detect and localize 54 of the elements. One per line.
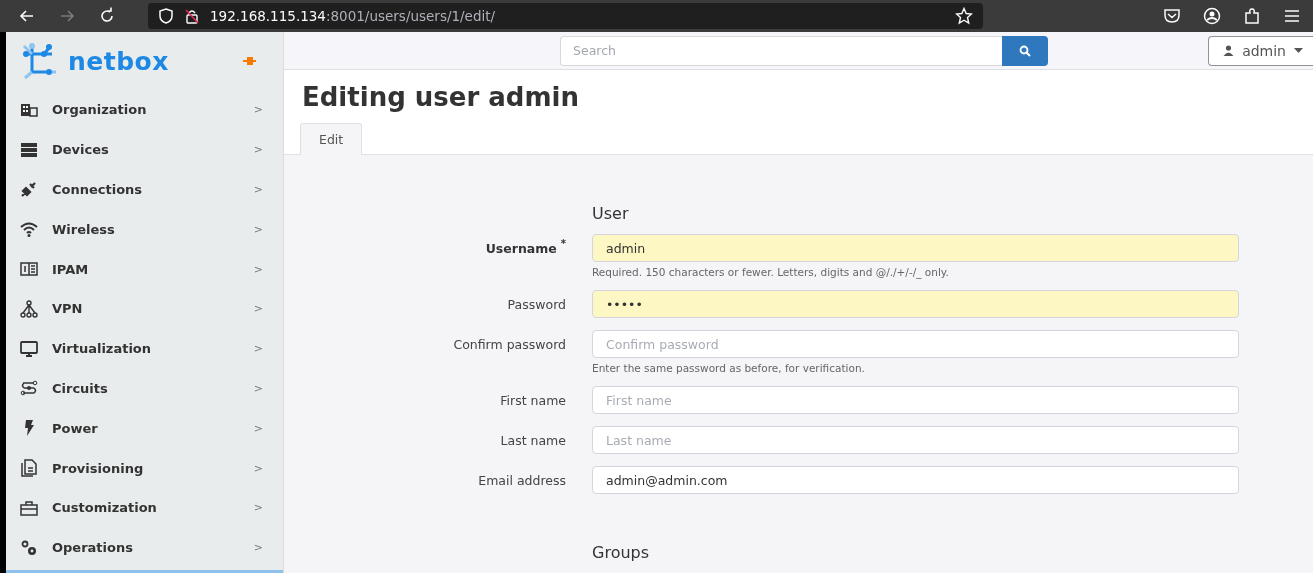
plug-icon — [20, 180, 38, 199]
address-bar[interactable]: 192.168.115.134:8001/users/users/1/edit/ — [148, 3, 983, 29]
input-field[interactable]: ••••• — [592, 290, 1239, 318]
input-field[interactable]: admin — [592, 234, 1239, 262]
search-button[interactable] — [1002, 35, 1048, 66]
help-text: Enter the same password as before, for verification. — [592, 362, 866, 374]
circuit-icon — [20, 379, 38, 398]
field-label: Email address — [478, 471, 566, 490]
section-title: Groups — [592, 543, 651, 562]
search-field[interactable]: Search — [560, 35, 1002, 66]
user-menu-button[interactable]: admin — [1208, 35, 1313, 66]
star-icon[interactable] — [955, 7, 973, 25]
sidebar-item[interactable]: IPAM > — [6, 249, 283, 289]
wifi-icon — [20, 220, 38, 239]
input-field[interactable]: First name — [592, 386, 1239, 414]
monitor-icon — [20, 339, 38, 358]
server-icon — [20, 140, 38, 159]
tree-icon — [20, 299, 38, 318]
url-text: 192.168.115.134:8001/users/users/1/edit/ — [210, 8, 496, 24]
field-label: Username * — [485, 237, 566, 258]
doc-icon — [20, 459, 38, 478]
sidebar-item[interactable]: Provisioning > — [6, 448, 283, 488]
field-label: Password — [507, 295, 566, 314]
sidebar-item[interactable]: Connections > — [6, 169, 283, 210]
shield-icon[interactable] — [158, 8, 174, 24]
sidebar-item[interactable]: Virtualization > — [6, 328, 283, 369]
input-field[interactable]: admin@admin.com — [592, 466, 1239, 494]
puzzle-icon[interactable] — [1243, 7, 1261, 25]
field-label: First name — [500, 391, 566, 410]
section-title: User — [592, 204, 630, 223]
sidebar-item[interactable]: Operations > — [6, 527, 283, 568]
field-label: Confirm password — [453, 335, 566, 354]
sidebar-item[interactable]: Circuits > — [6, 368, 283, 409]
caret-icon — [1294, 48, 1303, 53]
toolbox-icon — [20, 498, 38, 517]
ipam-icon — [20, 260, 38, 279]
pocket-icon[interactable] — [1163, 7, 1181, 25]
user-icon — [1223, 45, 1235, 56]
sidebar-item[interactable]: Devices > — [6, 129, 283, 170]
sidebar-item[interactable]: Customization > — [6, 487, 283, 528]
help-text: Required. 150 characters or fewer. Letters, digits and @/./+/-/_ only. — [592, 266, 950, 278]
sidebar-item[interactable]: Organization > — [6, 90, 283, 130]
field-label: Last name — [500, 431, 566, 450]
menu-icon[interactable] — [1283, 7, 1301, 25]
input-field[interactable]: Last name — [592, 426, 1239, 454]
account-icon[interactable] — [1203, 7, 1221, 25]
sidebar-item[interactable]: Power > — [6, 408, 283, 449]
reload-icon[interactable] — [98, 7, 116, 25]
input-field[interactable]: Confirm password — [592, 330, 1239, 358]
lock-icon[interactable] — [184, 8, 200, 24]
tab[interactable]: Edit — [300, 123, 363, 155]
sidebar-item[interactable]: Wireless > — [6, 209, 283, 250]
search-icon — [1019, 44, 1031, 57]
sidebar-item[interactable]: VPN > — [6, 289, 283, 329]
